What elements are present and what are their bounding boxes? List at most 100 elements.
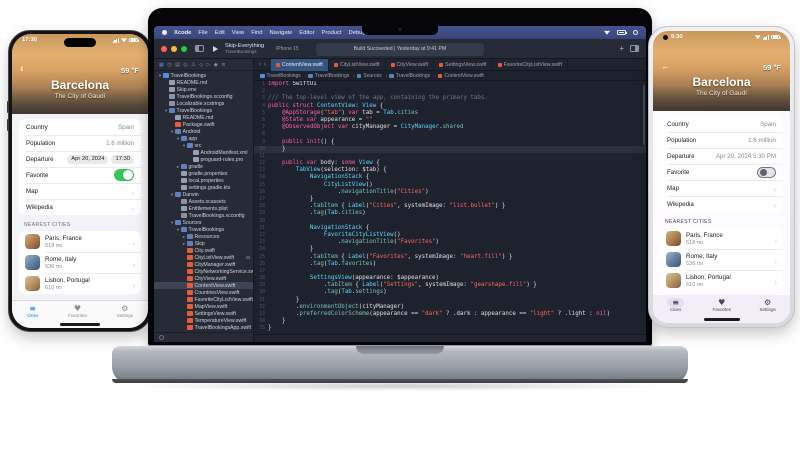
tree-item-contentview.swift[interactable]: ContentView.swift: [154, 282, 253, 289]
favorite-toggle[interactable]: [114, 169, 134, 181]
toggle-navigator-icon[interactable]: [195, 45, 204, 52]
code-line[interactable]: 16 .navigationTitle("Cities"): [254, 189, 646, 196]
code-line[interactable]: 19 .tag(Tab.cities): [254, 210, 646, 217]
code-line[interactable]: 25 .tabItem { Label("Favorites", systemI…: [254, 254, 646, 261]
editor-tab-settingsview.swift[interactable]: SettingsView.swift: [434, 59, 492, 71]
tree-item-city.swift[interactable]: City.swift: [154, 247, 253, 254]
breadcrumb-item[interactable]: ContentView.swift: [438, 73, 488, 79]
issue-navigator-icon[interactable]: ⚠: [191, 62, 195, 68]
tree-item-resources[interactable]: ▸Resources: [154, 233, 253, 240]
city-list-item[interactable]: Paris, France518 mi: [660, 228, 783, 249]
zoom-window-button[interactable]: [181, 46, 187, 52]
city-list-item[interactable]: Lisbon, Portugal610 mi: [19, 273, 141, 294]
tree-item-temperatureview.swift[interactable]: TemperatureView.swift: [154, 317, 253, 324]
code-line[interactable]: 13 TabView(selection: $tab) {: [254, 167, 646, 174]
menu-item-file[interactable]: File: [198, 30, 207, 36]
source-code-editor[interactable]: 1import SwiftUI23/// The top-level view …: [254, 81, 646, 334]
breadcrumb-item[interactable]: Sources: [357, 73, 388, 79]
tree-item-settings.gradle.kts[interactable]: settings.gradle.kts: [154, 184, 253, 191]
field-row-population[interactable]: Population1.6 million: [19, 135, 141, 151]
run-button[interactable]: [213, 46, 218, 52]
tab-settings[interactable]: ⚙Settings: [759, 298, 775, 312]
code-line[interactable]: 22 FavoriteCityListView(): [254, 232, 646, 239]
field-row-country[interactable]: CountrySpain: [660, 116, 783, 132]
tree-item-androidmanifest.xml[interactable]: AndroidManifest.xml: [154, 149, 253, 156]
field-row-wikipedia[interactable]: Wikipedia: [19, 199, 141, 215]
tree-item-src[interactable]: ▾src: [154, 142, 253, 149]
tree-item-readme.md[interactable]: README.md: [154, 79, 253, 86]
bookmark-navigator-icon[interactable]: ▤: [175, 62, 180, 68]
toggle-inspector-icon[interactable]: [630, 45, 639, 52]
tree-item-citymanager.swift[interactable]: CityManager.swift: [154, 261, 253, 268]
editor-tab-citylistview.swift[interactable]: CityListView.swift: [329, 59, 386, 71]
tree-item-sources[interactable]: ▾Sources: [154, 219, 253, 226]
code-line[interactable]: 35}: [254, 325, 646, 332]
code-line[interactable]: 27: [254, 268, 646, 275]
code-line[interactable]: 10 }: [254, 146, 646, 153]
tree-item-local.properties[interactable]: local.properties: [154, 177, 253, 184]
editor-scrollbar[interactable]: [643, 85, 645, 145]
tree-item-entitlements.plist[interactable]: Entitlements.plist: [154, 205, 253, 212]
back-arrow-icon[interactable]: ‹: [259, 62, 261, 68]
editor-nav-arrows[interactable]: ‹›: [254, 62, 271, 68]
field-row-favorite[interactable]: Favorite: [660, 164, 783, 180]
editor-tab-favoritecitylistview.swift[interactable]: FavoriteCityListView.swift: [493, 59, 568, 71]
departure-time-button[interactable]: 17:30: [111, 155, 134, 164]
breakpoint-navigator-icon[interactable]: ◆: [214, 62, 218, 68]
tree-item-localizable.xcstrings[interactable]: Localizable.xcstrings: [154, 100, 253, 107]
tree-item-skip[interactable]: ▸Skip: [154, 240, 253, 247]
field-row-departure[interactable]: DepartureApr 20, 202417:30: [19, 151, 141, 167]
code-line[interactable]: 33 .preferredColorScheme(appearance == "…: [254, 311, 646, 318]
report-navigator-icon[interactable]: ≡: [221, 62, 225, 68]
code-line[interactable]: 32 .environmentObject(cityManager): [254, 304, 646, 311]
tree-item-gradle[interactable]: ▸gradle: [154, 163, 253, 170]
menu-item-navigate[interactable]: Navigate: [270, 30, 293, 36]
tree-item-android[interactable]: ▾Android: [154, 128, 253, 135]
field-row-country[interactable]: CountrySpain: [19, 119, 141, 135]
breadcrumb-item[interactable]: TravelBookings: [308, 73, 354, 79]
tree-item-cityview.swift[interactable]: CityView.swift: [154, 275, 253, 282]
field-row-favorite[interactable]: Favorite: [19, 167, 141, 183]
code-line[interactable]: 23 .navigationTitle("Favorites"): [254, 239, 646, 246]
tree-item-travelbookings.xcconfig[interactable]: TravelBookings.xcconfig: [154, 93, 253, 100]
code-line[interactable]: 31 }: [254, 297, 646, 304]
tree-item-favoritecitylistview.swift[interactable]: FavoriteCityListView.swift: [154, 296, 253, 303]
code-line[interactable]: 4public struct ContentView: View {: [254, 103, 646, 110]
code-line[interactable]: 18 .tabItem { Label("Cities", systemImag…: [254, 203, 646, 210]
tree-item-proguard-rules.pro[interactable]: proguard-rules.pro: [154, 156, 253, 163]
editor-tab-cityview.swift[interactable]: CityView.swift: [386, 59, 435, 71]
tree-item-travelbookingsapp.swift[interactable]: TravelBookingsApp.swift: [154, 324, 253, 331]
field-row-wikipedia[interactable]: Wikipedia: [660, 196, 783, 212]
tree-item-darwin[interactable]: ▾Darwin: [154, 191, 253, 198]
source-control-navigator-icon[interactable]: ◷: [167, 62, 171, 68]
code-line[interactable]: 5 @AppStorage("tab") var tab = Tab.citie…: [254, 110, 646, 117]
city-list-item[interactable]: Rome, Italy536 mi: [19, 252, 141, 273]
menu-item-xcode[interactable]: Xcode: [174, 30, 191, 36]
tree-item-skip.env[interactable]: Skip.env: [154, 86, 253, 93]
apple-menu-icon[interactable]: [162, 30, 167, 35]
menu-item-view[interactable]: View: [232, 30, 244, 36]
scheme-selector[interactable]: Skip-Everything TravelBookings: [225, 43, 264, 54]
code-line[interactable]: 17 }: [254, 196, 646, 203]
code-line[interactable]: 34 }: [254, 318, 646, 325]
field-row-map[interactable]: Map: [19, 183, 141, 199]
tree-item-countriesview.swift[interactable]: CountriesView.swift: [154, 289, 253, 296]
code-line[interactable]: 30 .tag(Tab.settings): [254, 289, 646, 296]
menu-item-editor[interactable]: Editor: [299, 30, 314, 36]
tab-cities[interactable]: ≡Cities: [27, 304, 38, 318]
back-button[interactable]: [661, 61, 670, 71]
code-line[interactable]: 24 }: [254, 246, 646, 253]
run-destination[interactable]: iPhone 15: [276, 46, 299, 52]
menu-item-product[interactable]: Product: [322, 30, 342, 36]
editor-tab-contentview.swift[interactable]: ContentView.swift: [271, 59, 329, 71]
code-line[interactable]: 11: [254, 153, 646, 160]
tree-item-travelbookings[interactable]: ▾TravelBookings: [154, 107, 253, 114]
city-list-item[interactable]: Lisbon, Portugal610 mi: [660, 270, 783, 291]
code-line[interactable]: 14 NavigationStack {: [254, 174, 646, 181]
code-line[interactable]: 3/// The top-level view of the app, cont…: [254, 95, 646, 102]
code-line[interactable]: 29 .tabItem { Label("Settings", systemIm…: [254, 282, 646, 289]
navigator-filter-bar[interactable]: [154, 332, 253, 342]
code-line[interactable]: 1import SwiftUI: [254, 81, 646, 88]
code-line[interactable]: 9 public init() {: [254, 139, 646, 146]
tree-item-gradle.properties[interactable]: gradle.properties: [154, 170, 253, 177]
